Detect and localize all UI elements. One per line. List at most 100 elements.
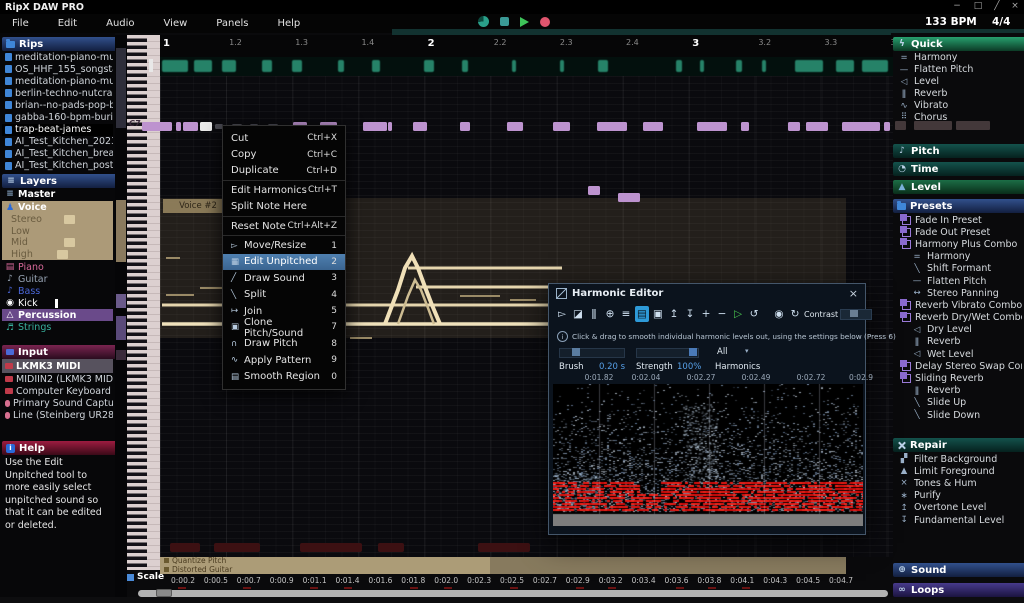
- rips-item[interactable]: AI_Test_Kitchen_2023_po...: [2, 136, 113, 148]
- piano-keyboard[interactable]: C7: [127, 35, 160, 570]
- preset-item[interactable]: =Harmony: [893, 251, 1022, 263]
- preset-item[interactable]: ↔Stereo Panning: [893, 287, 1022, 299]
- note[interactable]: [741, 122, 749, 131]
- time-ruler[interactable]: 0:00.20:00.50:00.70:00.90:01.10:01.40:01…: [160, 574, 893, 587]
- record-icon[interactable]: [540, 17, 550, 27]
- bar-ruler[interactable]: 11.21.31.422.22.32.433.23.33.4: [160, 35, 893, 58]
- note[interactable]: [842, 122, 880, 131]
- play-icon[interactable]: [520, 17, 529, 27]
- rips-panel-header[interactable]: Rips: [2, 37, 121, 51]
- layer-minimap-strip[interactable]: [115, 35, 127, 603]
- layer-bass[interactable]: ♪Bass: [2, 285, 113, 297]
- harmonics-select[interactable]: All: [717, 347, 728, 357]
- lower-tool[interactable]: ↧: [683, 306, 697, 322]
- rips-item[interactable]: brian--no-pads-pop-beats...: [2, 99, 113, 111]
- brush-slider-handle[interactable]: [572, 348, 580, 356]
- note[interactable]: [460, 122, 470, 131]
- input-device[interactable]: Primary Sound Capture Dr...: [2, 397, 113, 409]
- subtract-tool[interactable]: −: [715, 306, 729, 322]
- repair-item[interactable]: ×Tones & Hum: [893, 477, 1022, 489]
- note[interactable]: [553, 122, 570, 131]
- layer-master[interactable]: ≡ Master: [2, 188, 116, 200]
- note[interactable]: [643, 122, 663, 131]
- layer-strings[interactable]: ♬Strings: [2, 321, 113, 333]
- quick-level[interactable]: ◁Level: [893, 76, 1022, 88]
- loops-panel-header[interactable]: ∞ Loops: [893, 583, 1024, 597]
- context-menu-item[interactable]: Edit HarmonicsCtrl+T: [223, 182, 345, 198]
- select-tool[interactable]: ▻: [555, 306, 569, 322]
- voice-sublayer[interactable]: High: [2, 249, 113, 261]
- layer-guitar[interactable]: ♪Guitar: [2, 273, 113, 285]
- menu-edit[interactable]: Edit: [54, 16, 81, 31]
- grab-tool[interactable]: ⊕: [603, 306, 617, 322]
- repair-item[interactable]: ↧Fundamental Level: [893, 514, 1022, 526]
- context-menu-tool[interactable]: ∿Apply Pattern9: [223, 352, 345, 368]
- preset-item[interactable]: ╲Shift Formant: [893, 263, 1022, 275]
- context-menu-tool[interactable]: ▣Clone Pitch/Sound7: [223, 319, 345, 335]
- note[interactable]: [413, 122, 427, 131]
- note[interactable]: [142, 122, 172, 131]
- note[interactable]: [588, 186, 600, 195]
- preset-item[interactable]: ◁Dry Level: [893, 324, 1022, 336]
- preset-item[interactable]: Sliding Reverb: [893, 372, 1022, 384]
- rips-item[interactable]: AI_Test_Kitchen_post_dub...: [2, 160, 113, 172]
- loop-icon[interactable]: [478, 16, 489, 27]
- sound-panel-header[interactable]: ⊕ Sound: [893, 563, 1024, 577]
- sliders-tool[interactable]: ǁ: [587, 306, 601, 322]
- dialog-close-icon[interactable]: ×: [849, 287, 858, 300]
- harmonic-editor-dialog[interactable]: Harmonic Editor × ▻◪ǁ⊕≡▤▣↥↧+−▷↺◉↻Contras…: [548, 283, 866, 535]
- layer-voice[interactable]: ♟ Voice: [2, 201, 113, 214]
- quick-slider[interactable]: [914, 121, 952, 130]
- repair-item[interactable]: ▞Filter Background: [893, 453, 1022, 465]
- brush-value[interactable]: 0.20 s: [599, 362, 625, 372]
- scrollbar-handle[interactable]: [156, 589, 172, 597]
- input-device[interactable]: LKMK3 MIDI: [2, 359, 113, 373]
- quick-reverb[interactable]: ǁReverb: [893, 88, 1022, 100]
- maximize-button[interactable]: □: [971, 1, 985, 11]
- harmonic-editor-titlebar[interactable]: Harmonic Editor ×: [549, 284, 865, 302]
- sublayer-slider[interactable]: [64, 238, 75, 247]
- context-menu-item[interactable]: CutCtrl+X: [223, 130, 345, 146]
- context-menu-tool[interactable]: ▻Move/Resize1: [223, 237, 345, 253]
- input-device[interactable]: Computer Keyboard: [2, 385, 113, 397]
- note[interactable]: [200, 122, 212, 131]
- lines-tool[interactable]: ≡: [619, 306, 633, 322]
- black-keys[interactable]: [127, 35, 147, 570]
- snapshot-tool[interactable]: ▣: [651, 306, 665, 322]
- note[interactable]: [597, 122, 627, 131]
- visibility-tool[interactable]: ◉: [772, 306, 786, 322]
- refresh-tool[interactable]: ↻: [788, 306, 802, 322]
- rips-item[interactable]: meditation-piano-music-...: [2, 75, 113, 87]
- context-menu-item[interactable]: Split Note Here: [223, 199, 345, 215]
- rips-item[interactable]: trap-beat-james: [2, 124, 113, 136]
- stop-icon[interactable]: [500, 17, 509, 26]
- input-device[interactable]: MIDIIN2 (LKMK3 MIDI): [2, 373, 113, 385]
- preset-item[interactable]: ǁReverb: [893, 385, 1022, 397]
- bpm-display[interactable]: 133 BPM: [925, 16, 977, 28]
- note[interactable]: [884, 122, 890, 131]
- context-menu-tool[interactable]: ▦Edit Unpitched2: [223, 254, 345, 270]
- strength-slider-handle[interactable]: [689, 348, 697, 356]
- context-menu-tool[interactable]: ╲Split4: [223, 287, 345, 303]
- repair-item[interactable]: ▲Limit Foreground: [893, 465, 1022, 477]
- preset-item[interactable]: Reverb Vibrato Combo: [893, 299, 1022, 311]
- rips-item[interactable]: berlin-techno-nutcracker-...: [2, 87, 113, 99]
- menu-audio[interactable]: Audio: [102, 16, 138, 31]
- playhead-marker[interactable]: [149, 59, 153, 72]
- horizontal-scrollbar[interactable]: [138, 590, 888, 597]
- harmonic-spectrogram[interactable]: [553, 384, 863, 526]
- layers-panel-header[interactable]: ≡ Layers: [2, 174, 121, 188]
- layer-kick[interactable]: ◉Kick: [2, 297, 113, 309]
- menu-view[interactable]: View: [160, 16, 192, 31]
- preset-item[interactable]: ◁Wet Level: [893, 348, 1022, 360]
- note[interactable]: [697, 122, 727, 131]
- preset-item[interactable]: Harmony Plus Combo: [893, 238, 1022, 250]
- strength-slider[interactable]: [636, 348, 699, 358]
- input-panel-header[interactable]: Input: [2, 345, 121, 359]
- help-panel-header[interactable]: i Help: [2, 441, 121, 455]
- rips-item[interactable]: OS_HHF_155_songstarter...: [2, 63, 113, 75]
- smooth-tool[interactable]: ▤: [635, 306, 649, 322]
- note[interactable]: [183, 122, 198, 131]
- preset-item[interactable]: Fade Out Preset: [893, 226, 1022, 238]
- brush-slider[interactable]: [559, 348, 625, 358]
